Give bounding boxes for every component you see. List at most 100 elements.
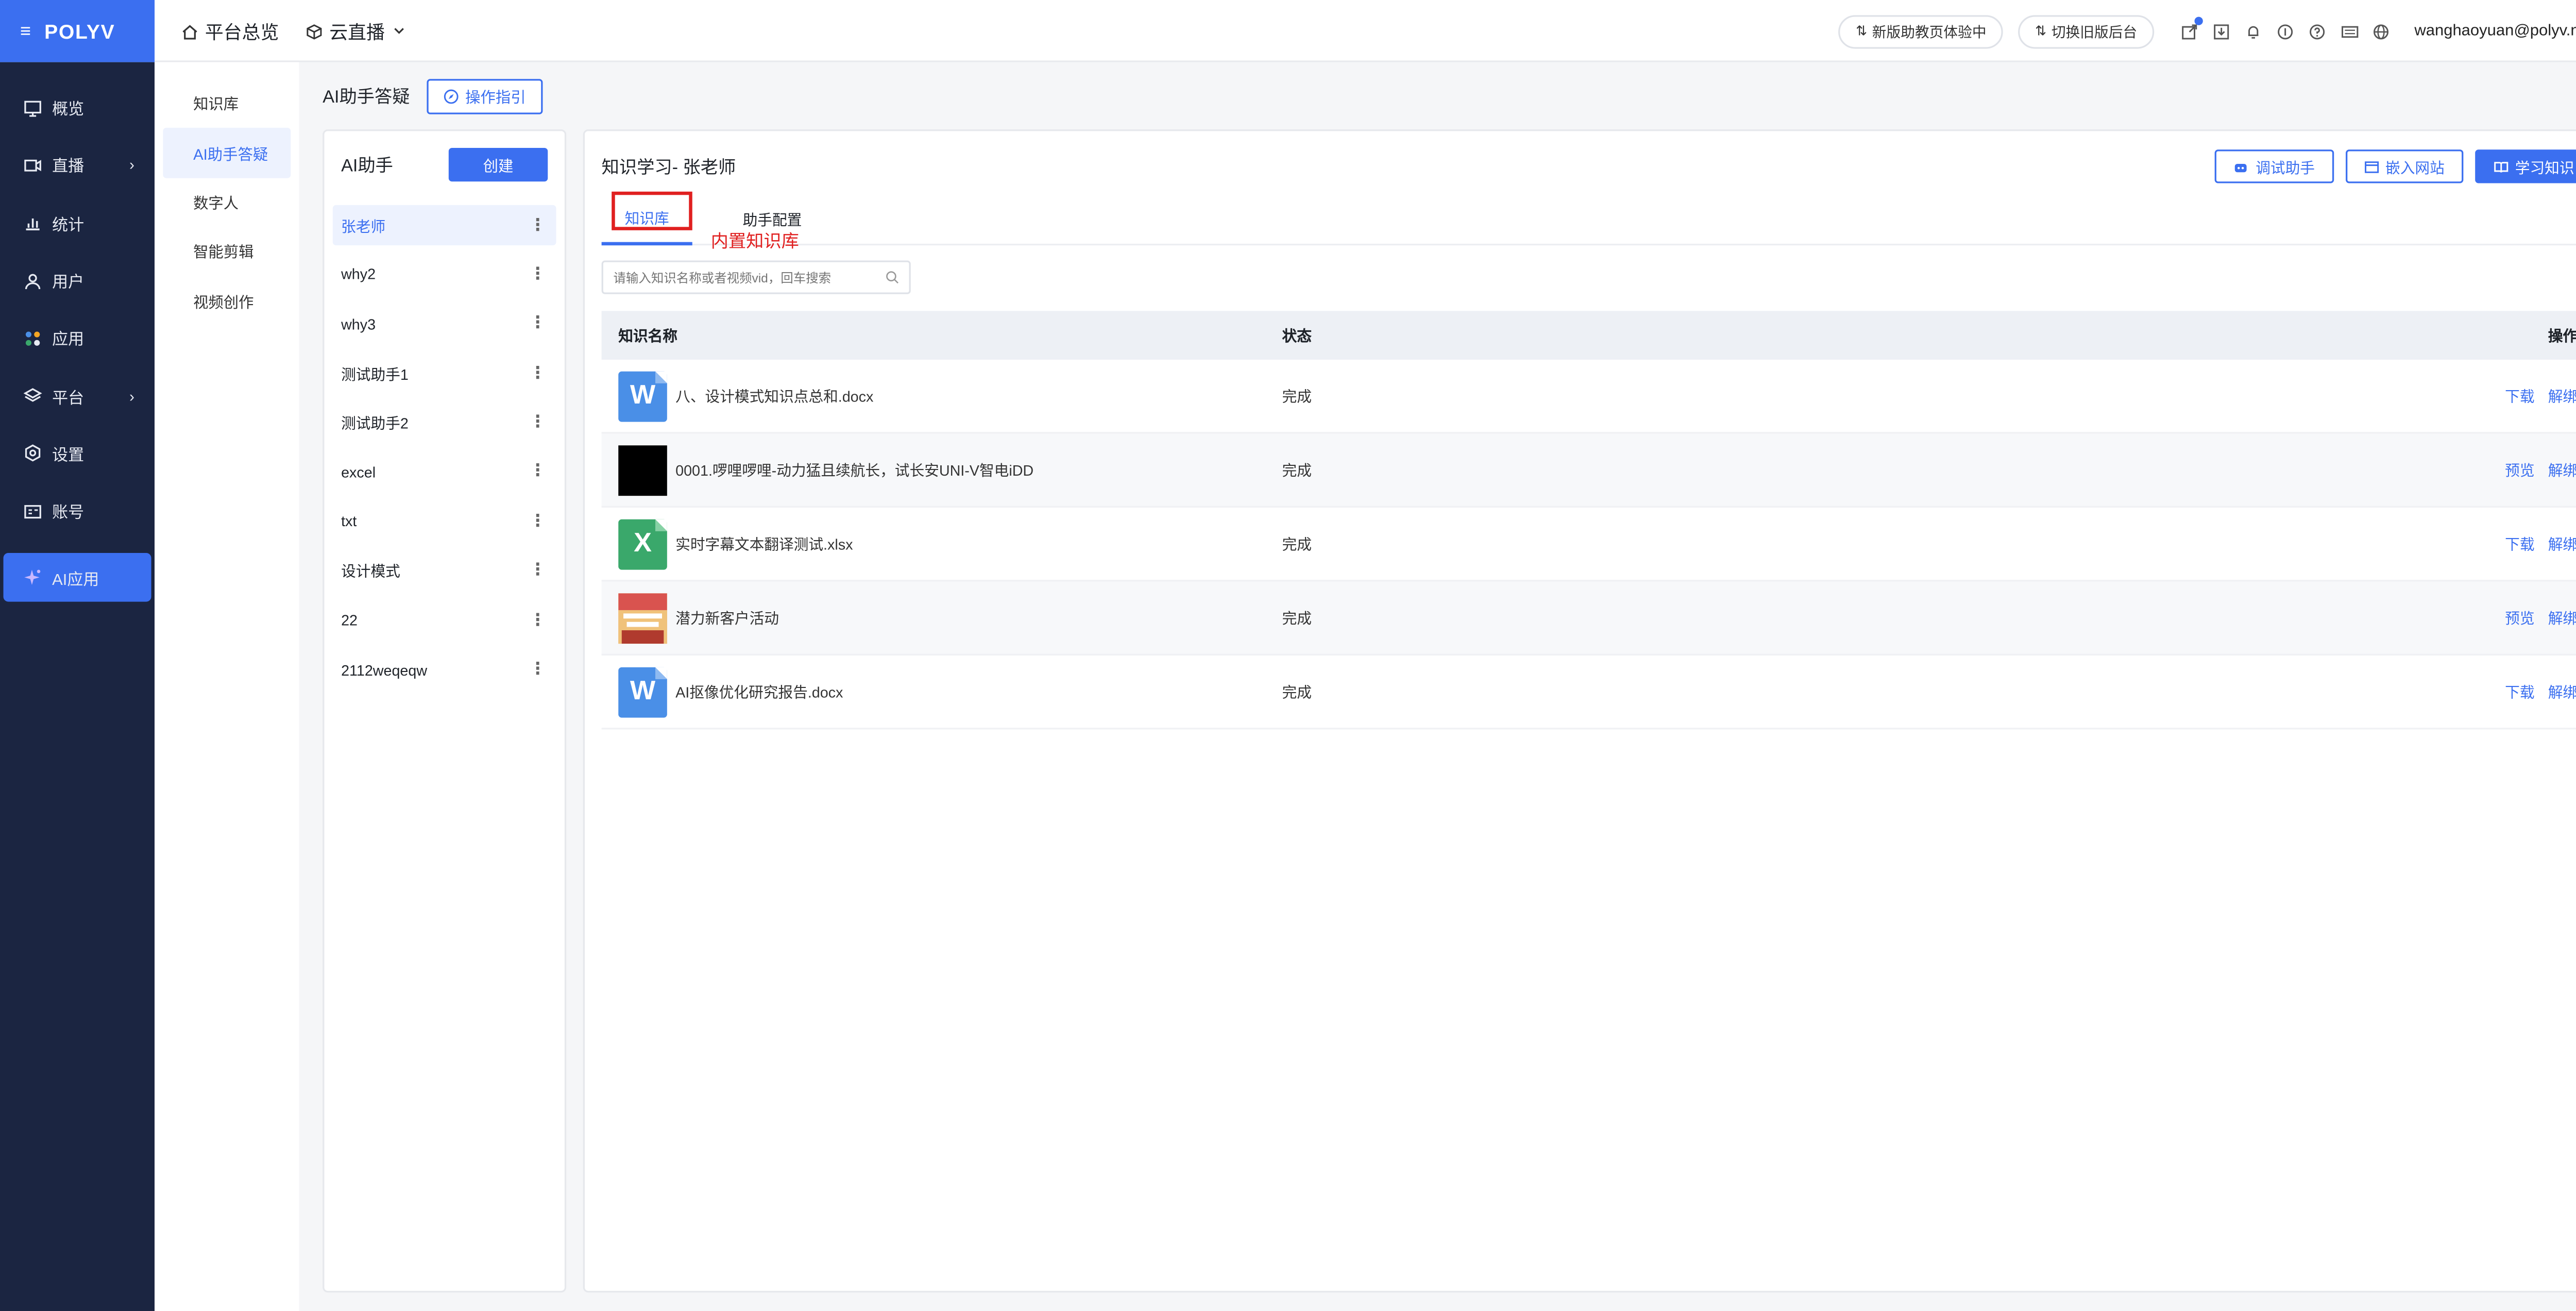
assistant-item[interactable]: 张老师 ⋮ bbox=[332, 205, 556, 246]
globe-icon[interactable] bbox=[2371, 21, 2392, 41]
more-vertical-icon[interactable]: ⋮ bbox=[529, 315, 546, 333]
sidebar-item-platform[interactable]: 平台 › bbox=[0, 367, 155, 425]
sidebar-item-label: AI应用 bbox=[52, 571, 99, 590]
top-icons bbox=[2174, 15, 2398, 41]
sidebar-item-settings[interactable]: 设置 bbox=[0, 425, 155, 482]
user-icon bbox=[25, 273, 41, 289]
column-status: 状态 bbox=[1282, 327, 1312, 345]
file-name: 潜力新客户活动 bbox=[675, 610, 779, 627]
unbind-link[interactable]: 解绑 bbox=[2548, 459, 2576, 480]
assistant-item[interactable]: why3 ⋮ bbox=[333, 304, 556, 344]
menu-icon[interactable]: ≡ bbox=[20, 21, 31, 41]
preview-link[interactable]: 预览 bbox=[2505, 459, 2534, 480]
subnav-item-knowledge-base[interactable]: 知识库 bbox=[155, 79, 299, 128]
unbind-link[interactable]: 解绑 bbox=[2548, 385, 2576, 407]
sidebar-item-apps[interactable]: 应用 bbox=[0, 310, 155, 367]
assistant-item[interactable]: 设计模式 ⋮ bbox=[333, 551, 556, 591]
more-vertical-icon[interactable]: ⋮ bbox=[529, 265, 546, 284]
file-status: 完成 bbox=[1282, 684, 1312, 701]
unbind-link[interactable]: 解绑 bbox=[2548, 681, 2576, 702]
download-link[interactable]: 下载 bbox=[2505, 681, 2534, 702]
row-actions: 下载 解绑 bbox=[2492, 681, 2576, 702]
more-vertical-icon[interactable]: ⋮ bbox=[529, 216, 546, 234]
assistant-item[interactable]: 22 ⋮ bbox=[333, 600, 556, 641]
assistant-name: 测试助手1 bbox=[341, 365, 409, 383]
create-assistant-button[interactable]: 创建 bbox=[448, 148, 548, 182]
sidebar-item-users[interactable]: 用户 bbox=[0, 252, 155, 310]
assistant-name: txt bbox=[341, 513, 357, 530]
more-vertical-icon[interactable]: ⋮ bbox=[529, 512, 546, 531]
embed-website-label: 嵌入网站 bbox=[2385, 159, 2445, 176]
more-vertical-icon[interactable]: ⋮ bbox=[529, 364, 546, 383]
assistant-item[interactable]: 测试助手1 ⋮ bbox=[333, 353, 556, 393]
subnav-item-ai-assistant[interactable]: AI助手答疑 bbox=[163, 128, 291, 178]
brand[interactable]: ≡ POLYV bbox=[0, 0, 155, 62]
user-account[interactable]: wanghaoyuan@polyv.net bbox=[2414, 22, 2576, 40]
more-vertical-icon[interactable]: ⋮ bbox=[529, 414, 546, 432]
word-file-icon: W bbox=[618, 666, 667, 717]
nav-cloud-live[interactable]: 云直播 bbox=[306, 18, 412, 44]
learn-knowledge-button[interactable]: 学习知识 bbox=[2475, 149, 2576, 183]
assistant-name: 张老师 bbox=[341, 217, 386, 234]
sidebar-item-stats[interactable]: 统计 bbox=[0, 194, 155, 252]
secondary-nav: 知识库 AI助手答疑 数字人 智能剪辑 视频创作 bbox=[155, 62, 299, 1311]
coin-icon[interactable] bbox=[2276, 21, 2296, 41]
switch-icon: ⇅ bbox=[1856, 23, 1867, 39]
assistant-name: 测试助手2 bbox=[341, 415, 409, 432]
switch-old-admin-pill[interactable]: ⇅ 切换旧版后台 bbox=[2018, 14, 2154, 48]
search-icon[interactable] bbox=[886, 271, 899, 284]
assistant-item[interactable]: 2112weqeqw ⋮ bbox=[333, 650, 556, 690]
embed-website-button[interactable]: 嵌入网站 bbox=[2345, 149, 2463, 183]
assistant-name: excel bbox=[341, 464, 376, 481]
more-vertical-icon[interactable]: ⋮ bbox=[529, 611, 546, 630]
knowledge-search-input[interactable] bbox=[613, 270, 883, 285]
download-icon[interactable] bbox=[2212, 21, 2232, 41]
annotation-label: 内置知识库 bbox=[710, 232, 799, 253]
more-vertical-icon[interactable]: ⋮ bbox=[529, 463, 546, 481]
guide-button[interactable]: 操作指引 bbox=[427, 78, 543, 114]
knowledge-search[interactable] bbox=[601, 260, 911, 294]
table-row: W 八、设计模式知识点总和.docx 完成 下载 解绑 bbox=[601, 360, 2576, 434]
panel-title: 知识学习- 张老师 bbox=[601, 158, 736, 178]
nav-platform-overview[interactable]: 平台总览 bbox=[181, 18, 279, 44]
preview-link[interactable]: 预览 bbox=[2505, 607, 2534, 628]
table-row: 潜力新客户活动 完成 预览 解绑 bbox=[601, 581, 2576, 656]
assistant-item[interactable]: 测试助手2 ⋮ bbox=[333, 402, 556, 443]
sidebar-item-account[interactable]: 账号 bbox=[0, 482, 155, 540]
sidebar-item-label: 直播 bbox=[52, 159, 84, 177]
sidebar: 概览 直播 › 统计 用户 应用 平台 › 设置 账号 AI应用 bbox=[0, 62, 155, 1311]
more-vertical-icon[interactable]: ⋮ bbox=[529, 562, 546, 580]
file-status: 完成 bbox=[1282, 610, 1312, 627]
chevron-down-icon bbox=[394, 28, 404, 34]
unbind-link[interactable]: 解绑 bbox=[2548, 533, 2576, 554]
unbind-link[interactable]: 解绑 bbox=[2548, 607, 2576, 628]
subnav-item-video-creation[interactable]: 视频创作 bbox=[155, 277, 299, 326]
new-assistant-page-pill[interactable]: ⇅ 新版助教页体验中 bbox=[1839, 14, 2004, 48]
assistant-item[interactable]: excel ⋮ bbox=[333, 452, 556, 492]
assistant-name: why3 bbox=[341, 315, 376, 333]
sidebar-item-label: 设置 bbox=[52, 447, 84, 466]
assistant-item[interactable]: why2 ⋮ bbox=[333, 255, 556, 295]
table-row: 0001.啰哩啰哩-动力猛且续航长，试长安UNI-V智电iDD 完成 预览 解绑 bbox=[601, 433, 2576, 508]
sidebar-item-live[interactable]: 直播 › bbox=[0, 137, 155, 194]
keyboard-icon[interactable] bbox=[2340, 21, 2360, 41]
help-icon[interactable] bbox=[2308, 21, 2328, 41]
sidebar-item-ai-apps[interactable]: AI应用 bbox=[3, 553, 151, 602]
assistant-name: 设计模式 bbox=[341, 563, 400, 580]
notification-dot bbox=[2195, 15, 2204, 25]
file-status: 完成 bbox=[1282, 388, 1312, 406]
external-link-icon[interactable] bbox=[2180, 15, 2204, 41]
debug-assistant-button[interactable]: 调试助手 bbox=[2215, 149, 2333, 183]
file-status: 完成 bbox=[1282, 462, 1312, 479]
more-vertical-icon[interactable]: ⋮ bbox=[529, 661, 546, 679]
page-title: AI助手答疑 bbox=[323, 86, 410, 107]
subnav-item-digital-human[interactable]: 数字人 bbox=[155, 178, 299, 227]
download-link[interactable]: 下载 bbox=[2505, 533, 2534, 554]
file-name: 实时字幕文本翻译测试.xlsx bbox=[675, 536, 853, 553]
assistant-item[interactable]: txt ⋮ bbox=[333, 501, 556, 542]
subnav-item-smart-clip[interactable]: 智能剪辑 bbox=[155, 227, 299, 277]
download-link[interactable]: 下载 bbox=[2505, 385, 2534, 407]
sidebar-item-overview[interactable]: 概览 bbox=[0, 79, 155, 137]
bell-icon[interactable] bbox=[2244, 21, 2264, 41]
assistant-name: 2112weqeqw bbox=[341, 661, 428, 679]
